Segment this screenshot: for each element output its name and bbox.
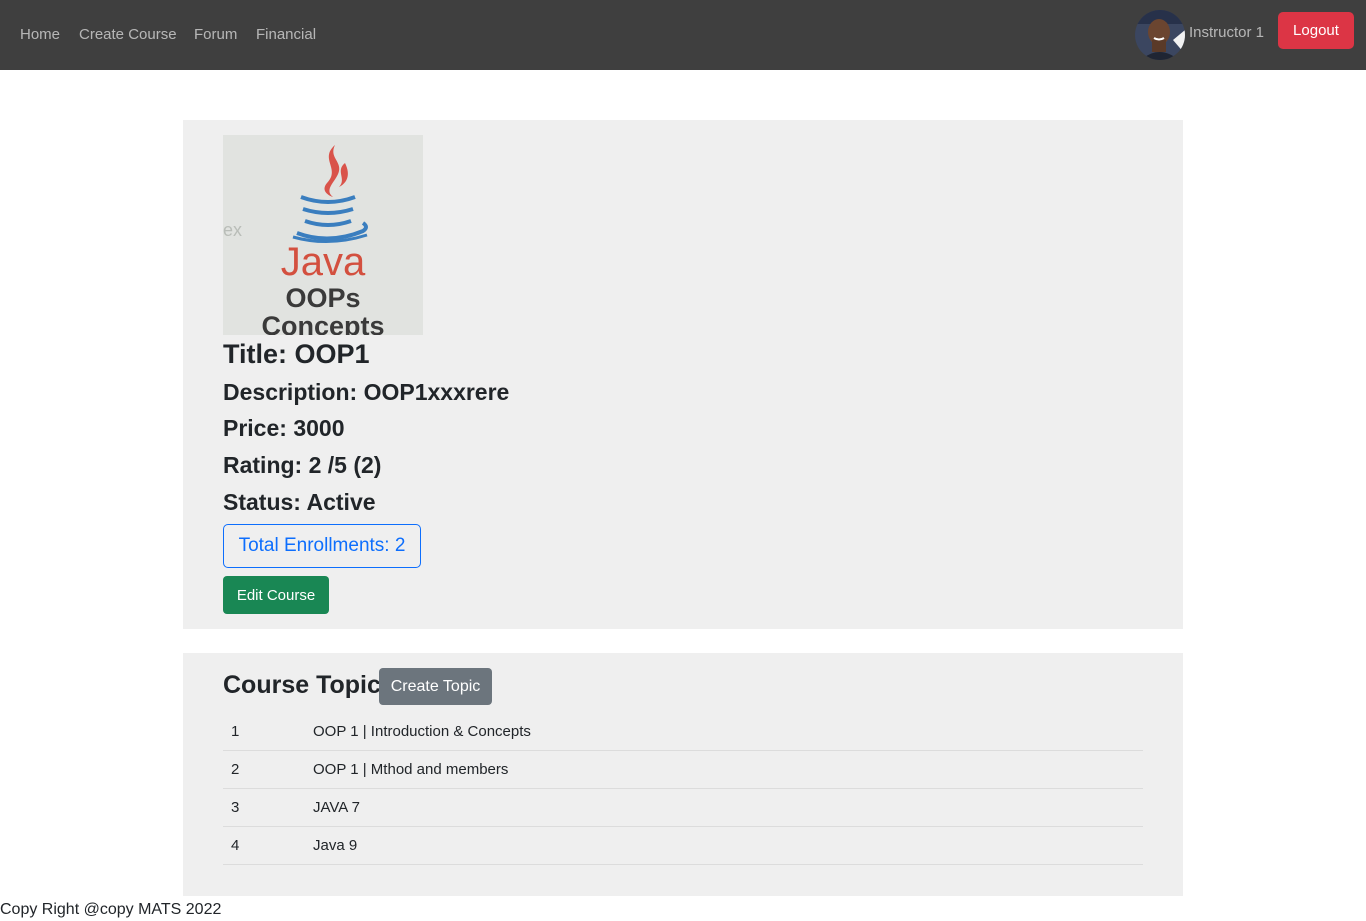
course-title: Title: OOP1: [223, 339, 370, 369]
edit-course-button[interactable]: Edit Course: [223, 576, 329, 614]
course-topics-heading: Course Topics: [223, 671, 395, 699]
course-description: Description: OOP1xxxrere: [223, 379, 510, 405]
topic-name: OOP 1 | Mthod and members: [305, 750, 1143, 789]
nav-link-home[interactable]: Home: [20, 26, 60, 44]
create-topic-button[interactable]: Create Topic: [379, 668, 492, 705]
topic-number: 2: [223, 750, 305, 789]
user-avatar[interactable]: [1135, 10, 1185, 60]
nav-link-forum[interactable]: Forum: [194, 26, 237, 44]
navbar: Home Create Course Forum Financial Instr…: [0, 0, 1366, 70]
table-row[interactable]: 4 Java 9: [223, 826, 1143, 865]
course-image: ex Java OOPs Concepts: [223, 135, 423, 335]
table-row[interactable]: 2 OOP 1 | Mthod and members: [223, 750, 1143, 789]
topic-number: 4: [223, 826, 305, 865]
course-price: Price: 3000: [223, 415, 345, 441]
course-status: Status: Active: [223, 489, 376, 515]
svg-text:ex: ex: [223, 220, 242, 240]
topic-name: JAVA 7: [305, 788, 1143, 827]
topic-number: 1: [223, 713, 305, 751]
logout-button[interactable]: Logout: [1278, 12, 1354, 49]
topic-number: 3: [223, 788, 305, 827]
course-card: ex Java OOPs Concepts Title: OOP1 Descri…: [183, 120, 1183, 629]
total-enrollments-button[interactable]: Total Enrollments: 2: [223, 524, 421, 568]
nav-link-financial[interactable]: Financial: [256, 26, 316, 44]
table-row[interactable]: 3 JAVA 7: [223, 788, 1143, 827]
java-logo-icon: ex Java OOPs Concepts: [223, 135, 423, 335]
course-rating: Rating: 2 /5 (2): [223, 452, 382, 478]
course-topics-card: Course Topics Create Topic 1 OOP 1 | Int…: [183, 653, 1183, 896]
topic-name: Java 9: [305, 826, 1143, 865]
topics-table: 1 OOP 1 | Introduction & Concepts 2 OOP …: [223, 713, 1143, 865]
topic-name: OOP 1 | Introduction & Concepts: [305, 713, 1143, 751]
user-name: Instructor 1: [1189, 24, 1265, 41]
svg-text:OOPs: OOPs: [285, 283, 360, 313]
svg-text:Java: Java: [281, 240, 366, 284]
nav-link-create-course[interactable]: Create Course: [79, 26, 177, 44]
svg-text:Concepts: Concepts: [261, 311, 384, 335]
footer-copyright: Copy Right @copy MATS 2022: [0, 901, 222, 918]
avatar-image: [1135, 10, 1185, 60]
table-row[interactable]: 1 OOP 1 | Introduction & Concepts: [223, 713, 1143, 751]
